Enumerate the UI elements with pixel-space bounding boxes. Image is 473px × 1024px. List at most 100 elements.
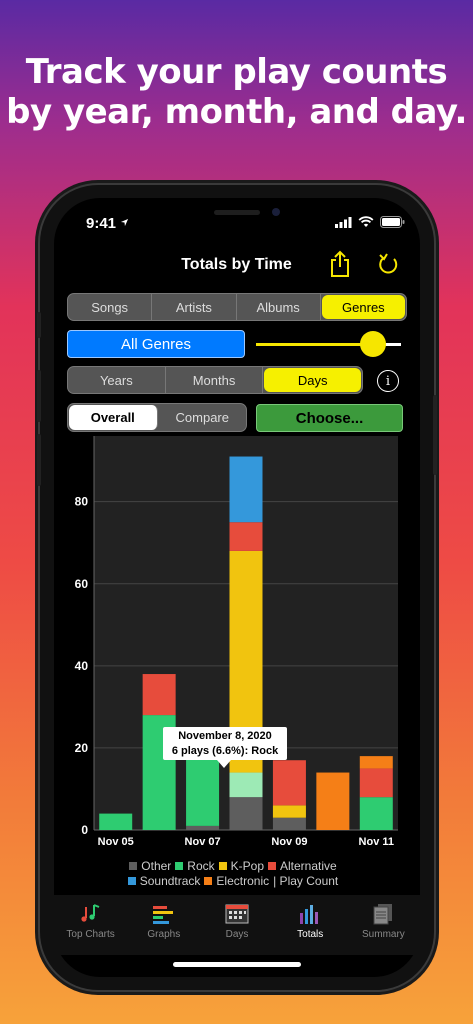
all-genres-button[interactable]: All Genres — [67, 330, 245, 358]
tab-label: Summary — [362, 929, 405, 940]
tab-label: Graphs — [147, 929, 181, 940]
status-icons — [335, 216, 405, 228]
legend-item: Electronic — [204, 874, 269, 889]
share-button[interactable] — [328, 250, 354, 278]
legend-item: Soundtrack — [127, 874, 201, 889]
legend-label: K-Pop — [230, 859, 264, 873]
legend-label: Alternative — [280, 859, 337, 873]
bar-segment-soundtrack[interactable] — [229, 456, 263, 523]
segment-songs[interactable]: Songs — [68, 294, 153, 320]
y-tick-label: 40 — [75, 659, 89, 673]
volume-up-button — [37, 370, 41, 422]
home-indicator — [173, 962, 301, 967]
bar-segment-electronic[interactable] — [359, 756, 393, 769]
volume-down-button — [37, 434, 41, 486]
legend-label: Electronic — [216, 874, 270, 888]
tab-label: Days — [225, 929, 249, 940]
choose-button[interactable]: Choose... — [256, 404, 403, 432]
headline-line-2: by year, month, and day. — [6, 92, 467, 132]
refresh-icon — [379, 253, 398, 274]
signal-bars-icon — [335, 216, 352, 228]
tooltip-date: November 8, 2020 — [178, 730, 272, 742]
legend-swatch — [218, 862, 227, 870]
tab-top-charts[interactable]: Top Charts — [54, 895, 127, 955]
wifi-icon — [358, 216, 374, 227]
chart-tooltip: November 8, 2020 6 plays (6.6%): Rock — [163, 727, 287, 760]
status-time: 9:41 — [86, 215, 129, 232]
bar-segment-alternative[interactable] — [142, 674, 176, 716]
legend-item: Alternative — [268, 859, 337, 874]
segment-compare[interactable]: Compare — [159, 404, 247, 431]
x-tick-label: Nov 09 — [271, 836, 307, 848]
tab-label: Totals — [297, 929, 324, 940]
calendar-icon — [225, 904, 249, 924]
x-tick-label: Nov 07 — [185, 836, 221, 848]
segment-days[interactable]: Days — [264, 368, 362, 392]
segment-genres[interactable]: Genres — [321, 295, 405, 319]
tab-label: Top Charts — [66, 929, 115, 940]
headline: Track your play counts by year, month, a… — [0, 52, 473, 132]
segment-overall[interactable]: Overall — [69, 405, 158, 430]
segment-months[interactable]: Months — [166, 367, 264, 393]
tooltip-detail: 6 plays (6.6%): Rock — [171, 745, 279, 757]
tab-bar: Top Charts Graphs Days Totals Summary — [54, 895, 420, 955]
music-notes-icon — [80, 904, 99, 922]
bar-segment-rock[interactable] — [99, 813, 133, 830]
mode-segmented-control: Overall Compare — [67, 403, 247, 432]
tooltip-pointer — [217, 760, 231, 768]
period-segmented-control: Years Months Days — [67, 366, 363, 394]
tab-totals[interactable]: Totals — [274, 895, 347, 955]
segment-years[interactable]: Years — [68, 367, 166, 393]
bar-segment-other[interactable] — [186, 825, 220, 830]
battery-icon — [380, 216, 405, 228]
chart-legend: Other Rock K-Pop Alternative Soundtrack Elect… — [60, 859, 406, 889]
legend-row: Soundtrack Electronic | Play Count — [60, 874, 406, 889]
segment-albums[interactable]: Albums — [237, 294, 321, 320]
bar-segment-electronic[interactable] — [316, 772, 350, 830]
x-tick-label: Nov 05 — [98, 836, 134, 848]
legend-swatch — [204, 877, 213, 885]
bar-segment-alternative[interactable] — [229, 522, 263, 551]
tab-days[interactable]: Days — [200, 895, 273, 955]
bar-segment-alternative[interactable] — [272, 760, 306, 806]
bar-segment-rock[interactable] — [186, 752, 220, 826]
bar-segment-rock[interactable] — [229, 772, 263, 798]
legend-swatch — [268, 862, 276, 870]
legend-suffix: | Play Count — [273, 874, 339, 888]
tab-summary[interactable]: Summary — [347, 895, 420, 955]
summary-pages-icon — [373, 904, 393, 925]
slider-thumb[interactable] — [360, 331, 386, 357]
front-camera — [272, 208, 280, 216]
legend-swatch — [129, 862, 138, 870]
legend-label: Rock — [187, 859, 215, 873]
stacked-bar-chart[interactable]: 0 20 40 60 80 Nov 05 Nov 07 Nov 09 Nov 11 — [60, 436, 406, 858]
mute-switch — [37, 312, 41, 338]
legend-swatch — [127, 877, 136, 885]
category-segmented-control: Songs Artists Albums Genres — [67, 293, 407, 321]
y-tick-label: 80 — [75, 495, 89, 509]
share-icon — [331, 250, 349, 277]
info-button[interactable]: i — [377, 370, 399, 392]
info-icon: i — [385, 373, 391, 389]
legend-swatch — [175, 862, 184, 870]
bar-graph-icon — [152, 906, 173, 924]
legend-item: K-Pop — [218, 859, 264, 874]
bar-segment-alternative[interactable] — [359, 768, 393, 798]
legend-item: Rock — [175, 859, 215, 874]
bar-segment-k-pop[interactable] — [272, 805, 306, 818]
totals-bars-icon — [300, 905, 319, 924]
refresh-button[interactable] — [377, 250, 403, 278]
tab-graphs[interactable]: Graphs — [127, 895, 200, 955]
bar-segment-other[interactable] — [272, 817, 306, 830]
bar-segment-rock[interactable] — [359, 797, 393, 830]
y-tick-label: 60 — [75, 577, 89, 591]
legend-item: Other — [129, 859, 171, 874]
y-tick-label: 20 — [75, 741, 89, 755]
slider-track-remainder[interactable] — [386, 343, 401, 346]
speaker-grille — [214, 210, 260, 215]
segment-artists[interactable]: Artists — [152, 294, 237, 320]
location-arrow-icon — [121, 218, 129, 227]
x-tick-label: Nov 11 — [359, 836, 394, 848]
bar-segment-other[interactable] — [229, 797, 263, 830]
legend-label: Soundtrack — [139, 874, 201, 888]
